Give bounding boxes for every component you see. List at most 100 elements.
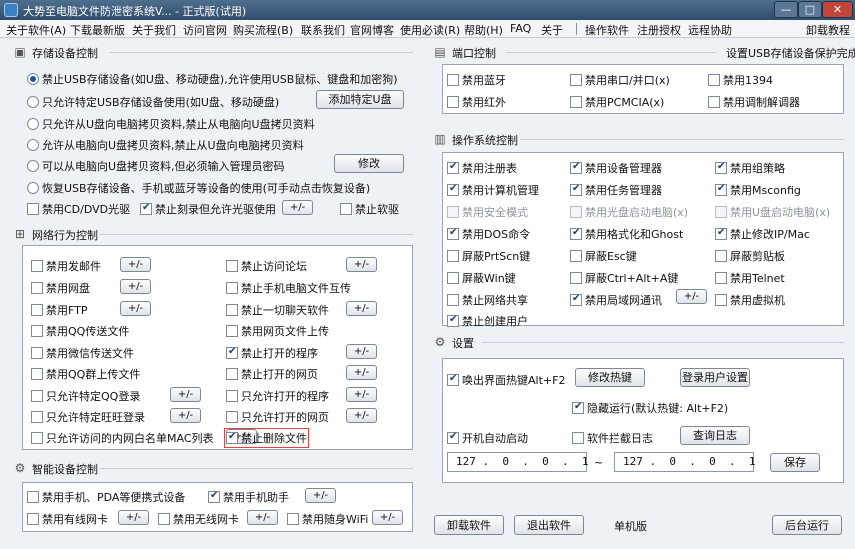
ip-range-end-input[interactable]: 127 . 0 . 0 . 1 (614, 452, 755, 472)
os-item[interactable]: 禁止创建用户 (447, 313, 528, 329)
checkbox[interactable] (447, 314, 459, 327)
checkbox[interactable] (447, 294, 459, 306)
menu-contact[interactable]: 联系我们 (301, 22, 345, 38)
network-right-toggle-button[interactable]: +/- (346, 257, 377, 272)
lan-comm-toggle-button[interactable]: +/- (676, 289, 707, 304)
maximize-button[interactable]: □ (798, 1, 822, 18)
network-left-item[interactable]: 禁用发邮件 (31, 258, 101, 274)
checkbox[interactable] (715, 272, 727, 284)
network-left-item[interactable]: 只允许访问的内网白名单MAC列表 (31, 430, 214, 446)
os-item[interactable]: 禁用格式化和Ghost (570, 226, 683, 242)
checkbox[interactable] (570, 183, 582, 196)
wireless-nic-checkbox[interactable]: 禁用无线网卡 (158, 511, 239, 527)
checkbox[interactable] (447, 183, 459, 196)
menu-remote[interactable]: 远程协助 (688, 22, 732, 38)
phone-assistant-toggle-button[interactable]: +/- (305, 488, 336, 503)
floppy-disable-checkbox[interactable]: 禁止软驱 (340, 201, 399, 217)
exit-button[interactable]: 退出软件 (514, 515, 584, 535)
storage-option-restore[interactable]: 恢复USB存储设备、手机或蓝牙等设备的使用(可手动点击恢复设备) (27, 180, 370, 196)
network-left-item[interactable]: 禁用FTP (31, 302, 88, 318)
checkbox[interactable] (715, 227, 727, 240)
network-right-item[interactable]: 只允许打开的程序 (226, 388, 329, 404)
checkbox[interactable] (226, 260, 238, 272)
network-right-item[interactable]: 禁止访问论坛 (226, 258, 307, 274)
menu-faq[interactable]: FAQ (510, 22, 531, 35)
query-log-button[interactable]: 查询日志 (680, 426, 750, 445)
network-left-toggle-button[interactable]: +/- (120, 257, 151, 272)
checkbox[interactable] (447, 161, 459, 174)
checkbox[interactable] (447, 74, 459, 86)
menu-must-read[interactable]: 使用必读(R) (400, 22, 460, 38)
os-item[interactable]: 禁用局域网通讯 (570, 292, 662, 308)
storage-option-pc-to-udisk[interactable]: 允许从电脑向U盘拷贝资料,禁止从U盘向电脑拷贝资料 (27, 137, 304, 153)
menu-download[interactable]: 下载最新版 (70, 22, 125, 38)
network-left-item[interactable]: 禁用微信传送文件 (31, 345, 134, 361)
network-right-item[interactable]: 只允许打开的网页 (226, 409, 329, 425)
network-left-item[interactable]: 禁用QQ传送文件 (31, 323, 129, 339)
os-item[interactable]: 禁用任务管理器 (570, 182, 662, 198)
checkbox[interactable] (31, 325, 43, 337)
menu-about-us[interactable]: 关于我们 (132, 22, 176, 38)
cd-dvd-disable-checkbox[interactable]: 禁用CD/DVD光驱 (27, 201, 130, 217)
os-item[interactable]: 禁用组策略 (715, 160, 785, 176)
menu-about-software[interactable]: 关于软件(A) (6, 22, 66, 38)
checkbox[interactable] (31, 260, 43, 272)
os-item[interactable]: 禁用设备管理器 (570, 160, 662, 176)
uninstall-button[interactable]: 卸载软件 (434, 515, 504, 535)
storage-option-block-usb[interactable]: 禁止USB存储设备(如U盘、移动硬盘),允许使用USB鼠标、键盘和加密狗) (27, 71, 398, 87)
radio-button[interactable] (27, 96, 39, 108)
checkbox[interactable] (570, 74, 582, 86)
os-item[interactable]: 禁用Msconfig (715, 182, 801, 198)
add-specific-udisk-button[interactable]: 添加特定U盘 (316, 90, 404, 109)
close-button[interactable]: ✕ (822, 1, 853, 18)
checkbox[interactable] (570, 161, 582, 174)
network-left-toggle-button[interactable]: +/- (120, 279, 151, 294)
os-item[interactable]: 禁止修改IP/Mac (715, 226, 810, 242)
intercept-log-checkbox[interactable]: 软件拦截日志 (572, 430, 653, 446)
port-item[interactable]: 禁用蓝牙 (447, 72, 506, 88)
os-item[interactable]: 禁用Telnet (715, 270, 785, 286)
os-item[interactable]: 屏蔽Esc键 (570, 248, 637, 264)
checkbox[interactable] (570, 227, 582, 240)
checkbox[interactable] (570, 96, 582, 108)
pda-disable-checkbox[interactable]: 禁用手机、PDA等便携式设备 (27, 489, 185, 505)
minimize-button[interactable]: — (774, 1, 798, 18)
os-item[interactable]: 禁用虚拟机 (715, 292, 785, 308)
checkbox[interactable] (31, 304, 43, 316)
menu-blog[interactable]: 官网博客 (350, 22, 394, 38)
checkbox[interactable] (447, 272, 459, 284)
checkbox[interactable] (31, 390, 43, 402)
network-right-toggle-button[interactable]: +/- (346, 365, 377, 380)
radio-button[interactable] (27, 73, 39, 85)
network-left-item[interactable]: 禁用网盘 (31, 280, 90, 296)
network-right-toggle-button[interactable]: +/- (346, 387, 377, 402)
network-left-item[interactable]: 禁用QQ群上传文件 (31, 366, 140, 382)
network-right-item[interactable]: 禁止删除文件 (224, 428, 309, 448)
storage-option-password[interactable]: 可以从电脑向U盘拷贝资料,但必须输入管理员密码 (27, 158, 285, 174)
checkbox[interactable] (226, 304, 238, 316)
checkbox[interactable] (570, 272, 582, 284)
wired-nic-toggle-button[interactable]: +/- (118, 510, 149, 525)
network-right-item[interactable]: 禁止打开的网页 (226, 366, 318, 382)
cd-burn-toggle-button[interactable]: +/- (282, 200, 313, 215)
network-left-toggle-button[interactable]: +/- (170, 387, 201, 402)
storage-option-specific-usb[interactable]: 只允许特定USB存储设备使用(如U盘、移动硬盘) (27, 94, 279, 110)
menu-operate[interactable]: 操作软件 (585, 22, 629, 38)
menu-about[interactable]: 关于 (541, 22, 563, 38)
checkbox[interactable] (708, 74, 720, 86)
checkbox[interactable] (570, 293, 582, 306)
autostart-checkbox[interactable]: 开机自动启动 (447, 430, 528, 446)
checkbox[interactable] (715, 294, 727, 306)
checkbox[interactable] (708, 96, 720, 108)
network-left-item[interactable]: 只允许特定旺旺登录 (31, 409, 145, 425)
checkbox[interactable] (447, 227, 459, 240)
storage-option-udisk-to-pc[interactable]: 只允许从U盘向电脑拷贝资料,禁止从电脑向U盘拷贝资料 (27, 116, 315, 132)
checkbox[interactable] (447, 250, 459, 262)
network-left-toggle-button[interactable]: +/- (170, 408, 201, 423)
radio-button[interactable] (27, 182, 39, 194)
menu-uninstall-tutorial[interactable]: 卸载教程 (806, 22, 850, 38)
port-item[interactable]: 禁用串口/并口(x) (570, 72, 670, 88)
network-right-item[interactable]: 禁用网页文件上传 (226, 323, 329, 339)
checkbox[interactable] (226, 325, 238, 337)
radio-button[interactable] (27, 118, 39, 130)
